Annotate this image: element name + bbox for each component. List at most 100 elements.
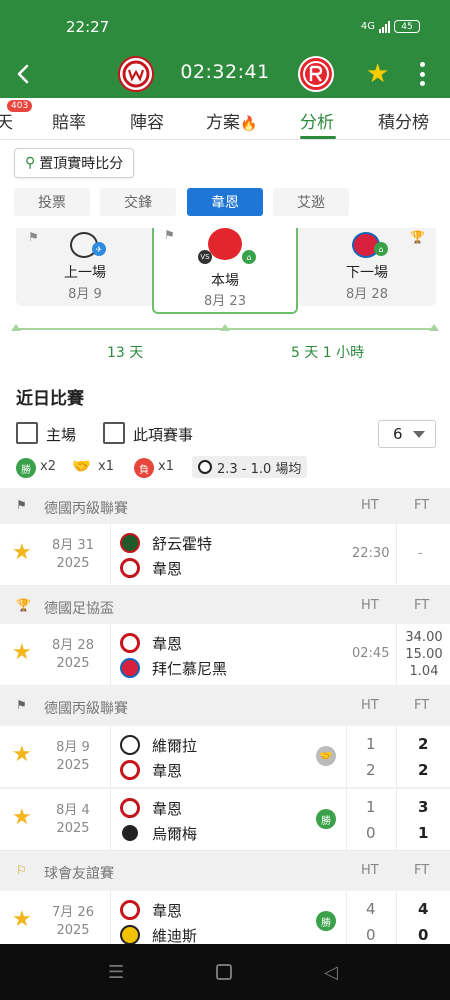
ft-column-label: FT bbox=[414, 698, 430, 713]
tab-odds[interactable]: 賠率 bbox=[52, 108, 86, 133]
home-team-crest[interactable] bbox=[118, 56, 154, 92]
match-date: 8月 9 2025 bbox=[40, 739, 106, 775]
home-team-name: 韋恩 bbox=[152, 902, 183, 920]
league-header: 🏆 德國足協盃 HT FT bbox=[0, 588, 450, 624]
cup-icon: 🏆 bbox=[410, 230, 425, 244]
match-date: 8月 28 2025 bbox=[40, 637, 106, 673]
ht-column-label: HT bbox=[361, 698, 379, 713]
match-row[interactable]: ★ 8月 28 2025 韋恩 拜仁慕尼黑 02:45 34.00 15.00 … bbox=[0, 624, 450, 686]
favorite-star-icon[interactable]: ★ bbox=[12, 909, 32, 931]
ht-home-score: 1 bbox=[366, 798, 376, 816]
vs-icon: VS bbox=[198, 250, 212, 264]
subtab-home-team[interactable]: 韋恩 bbox=[187, 188, 263, 216]
favorite-star-icon[interactable]: ★ bbox=[12, 807, 32, 829]
draw-handshake-icon: 🤝 bbox=[316, 746, 336, 766]
same-competition-checkbox[interactable] bbox=[103, 422, 125, 444]
team-crest-icon bbox=[120, 823, 140, 843]
tab-lineup[interactable]: 陣容 bbox=[130, 108, 164, 133]
tab-bar: 天 403 賠率 陣容 方案🔥 分析 積分榜 bbox=[0, 98, 450, 140]
ht-column-divider bbox=[346, 726, 347, 788]
next-fixture-card[interactable]: 🏆 ⌂ 下一場 8月 28 bbox=[298, 228, 436, 306]
away-team-name: 韋恩 bbox=[152, 560, 183, 578]
timeline-marker bbox=[11, 324, 21, 331]
home-filter-checkbox[interactable] bbox=[16, 422, 38, 444]
back-button[interactable] bbox=[8, 58, 40, 90]
football-icon bbox=[198, 460, 212, 474]
league-name: 德國丙級聯賽 bbox=[44, 701, 128, 717]
home-team-name: 韋恩 bbox=[152, 635, 183, 653]
status-bar: 22:27 4G 45 bbox=[0, 0, 450, 50]
battery-icon: 45 bbox=[394, 20, 420, 33]
team-crest-icon bbox=[120, 760, 140, 780]
match-row[interactable]: ★ 8月 31 2025 舒云霍特 韋恩 22:30 - bbox=[0, 524, 450, 586]
subtab-vote[interactable]: 投票 bbox=[14, 188, 90, 216]
row-divider bbox=[110, 789, 111, 851]
current-fixture-card[interactable]: ⚑ VS ⌂ 本場 8月 23 bbox=[152, 226, 298, 314]
away-team-crest[interactable] bbox=[298, 56, 334, 92]
match-year: 2025 bbox=[56, 556, 90, 571]
team-crest-icon bbox=[120, 798, 140, 818]
match-year: 2025 bbox=[56, 758, 90, 773]
league-icon: ⚑ bbox=[16, 498, 27, 512]
ft-column-label: FT bbox=[414, 598, 430, 613]
cup-icon: 🏆 bbox=[16, 598, 31, 612]
pin-label: 置頂實時比分 bbox=[39, 156, 124, 172]
ht-away-score: 0 bbox=[366, 824, 376, 842]
fixture-label: 下一場 bbox=[346, 265, 388, 281]
timeline-line bbox=[11, 324, 439, 331]
same-competition-label: 此項賽事 bbox=[133, 426, 194, 444]
league-icon: ⚑ bbox=[16, 698, 27, 712]
subtab-head-to-head[interactable]: 交鋒 bbox=[100, 188, 176, 216]
match-year: 2025 bbox=[56, 923, 90, 938]
match-count-value: 6 bbox=[393, 425, 403, 443]
league-icon: ⚑ bbox=[164, 228, 175, 242]
row-divider bbox=[110, 726, 111, 788]
subtab-away-team[interactable]: 艾逖 bbox=[273, 188, 349, 216]
tab-plans[interactable]: 方案🔥 bbox=[206, 108, 257, 133]
match-row[interactable]: ★ 8月 9 2025 維爾拉 韋恩 🤝 1 2 2 2 bbox=[0, 726, 450, 788]
ft-column-divider bbox=[396, 524, 397, 586]
ht-column-label: HT bbox=[361, 863, 379, 878]
active-tab-indicator bbox=[300, 136, 336, 139]
tab-analysis[interactable]: 分析 bbox=[300, 108, 334, 133]
match-date: 8月 31 2025 bbox=[40, 537, 106, 573]
favorite-star-icon[interactable]: ★ bbox=[12, 542, 32, 564]
favorite-star-icon[interactable]: ★ bbox=[366, 61, 389, 87]
result-badge: 勝 bbox=[316, 911, 336, 931]
away-team-name: 烏爾梅 bbox=[152, 825, 198, 843]
ft-column-divider bbox=[396, 726, 397, 788]
average-goals-text: 2.3 - 1.0 場均 bbox=[217, 461, 302, 477]
dropdown-caret-icon bbox=[412, 430, 425, 438]
league-header: ⚐ 球會友誼賽 HT FT bbox=[0, 853, 450, 889]
away-plane-icon: ✈ bbox=[92, 242, 106, 256]
league-header: ⚑ 德國丙級聯賽 HT FT bbox=[0, 488, 450, 524]
status-time: 22:27 bbox=[66, 18, 110, 36]
fixture-label: 本場 bbox=[211, 273, 239, 289]
system-navigation-bar: ☰ ◁ bbox=[0, 944, 450, 1000]
previous-fixture-card[interactable]: ⚑ ✈ 上一場 8月 9 bbox=[16, 228, 154, 306]
match-date: 8月 4 2025 bbox=[40, 802, 106, 838]
home-icon[interactable] bbox=[216, 964, 232, 980]
tab-standings[interactable]: 積分榜 bbox=[378, 108, 429, 133]
row-divider bbox=[110, 624, 111, 686]
tab-badge: 403 bbox=[7, 100, 33, 112]
pin-live-score-button[interactable]: ⚲ 置頂實時比分 bbox=[14, 148, 135, 178]
back-icon[interactable]: ◁ bbox=[324, 962, 338, 983]
handshake-icon: 🤝 bbox=[72, 457, 91, 475]
recent-apps-icon[interactable]: ☰ bbox=[108, 962, 124, 983]
match-count-select[interactable]: 6 bbox=[378, 420, 436, 448]
home-team-name: 維爾拉 bbox=[152, 737, 198, 755]
favorite-star-icon[interactable]: ★ bbox=[12, 642, 32, 664]
match-row[interactable]: ★ 8月 4 2025 韋恩 烏爾梅 勝 1 0 3 1 bbox=[0, 789, 450, 851]
ht-column-divider bbox=[346, 789, 347, 851]
ft-column-divider bbox=[396, 624, 397, 686]
more-menu-icon[interactable] bbox=[410, 60, 434, 88]
team-crest-icon bbox=[120, 925, 140, 945]
chevron-left-icon bbox=[17, 64, 29, 84]
recent-matches-section: 近日比賽 主場 此項賽事 6 勝 x2 🤝 x1 負 x1 2.3 - 1.0 … bbox=[0, 378, 450, 488]
loss-count: x1 bbox=[158, 459, 174, 474]
section-title: 近日比賽 bbox=[16, 389, 84, 409]
crest-icon bbox=[303, 61, 329, 87]
favorite-star-icon[interactable]: ★ bbox=[12, 744, 32, 766]
fixture-date: 8月 23 bbox=[204, 294, 246, 309]
